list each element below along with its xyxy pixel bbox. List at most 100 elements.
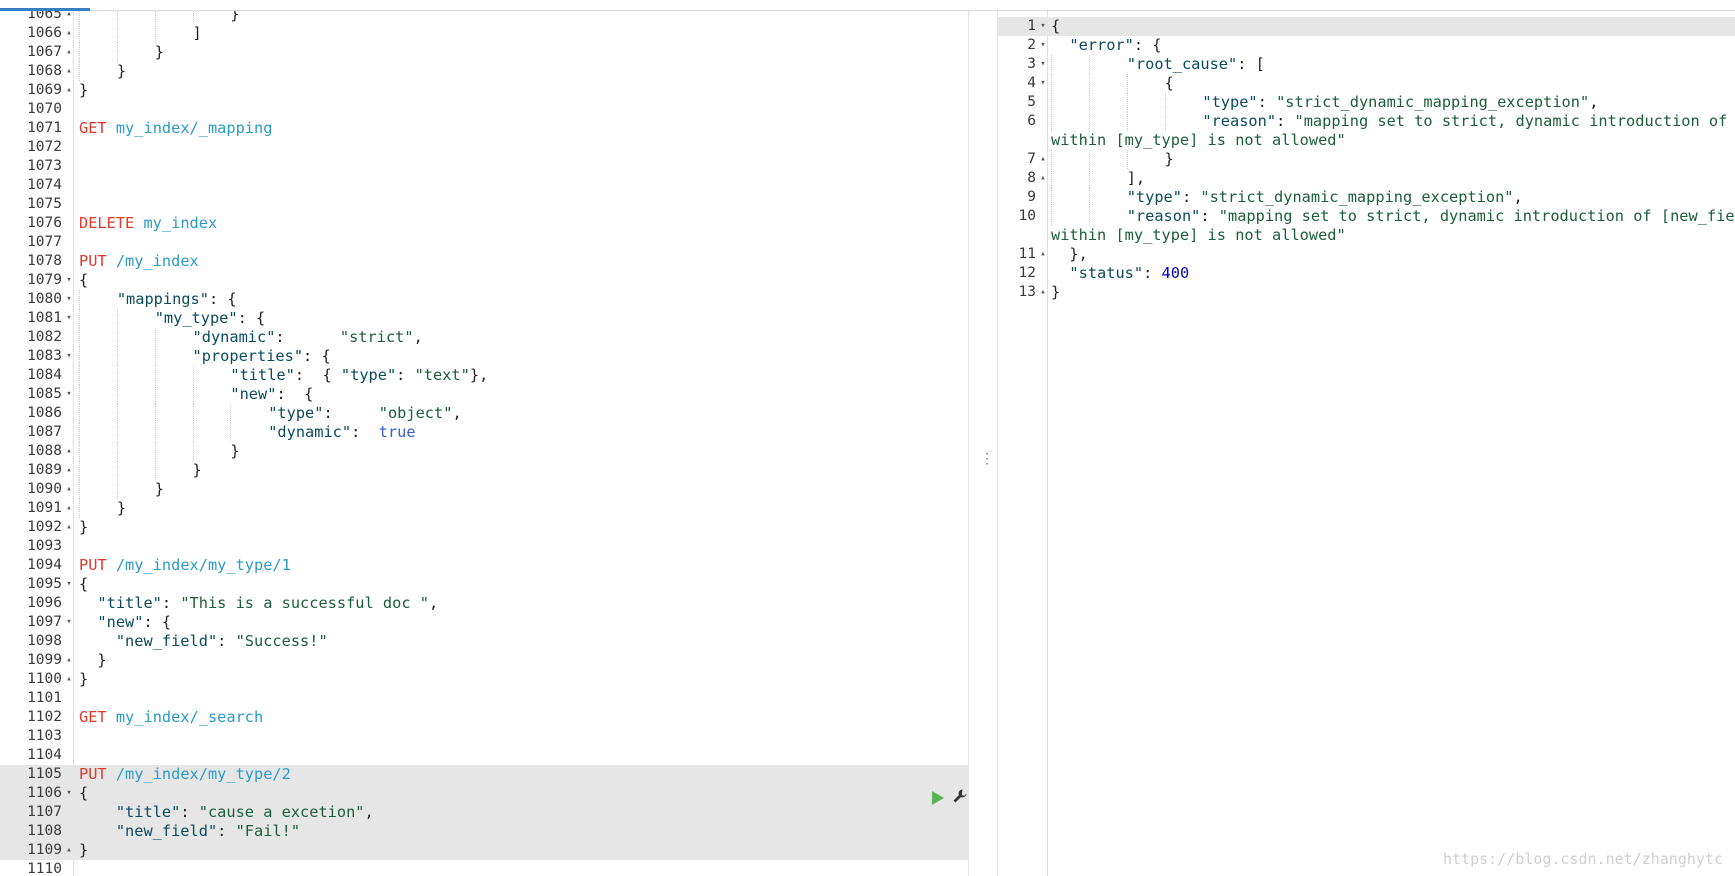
code-line[interactable]: 1092 ▴} — [0, 518, 968, 537]
code-line[interactable]: 1091 ▴ } — [0, 499, 968, 518]
code-line[interactable]: within [my_type] is not allowed" — [998, 131, 1735, 150]
unfold-arrow-icon[interactable]: ▴ — [64, 62, 74, 81]
code-line[interactable]: 1106 ▾ { — [0, 784, 968, 803]
fold-arrow-icon[interactable]: ▾ — [64, 385, 74, 404]
pane-divider[interactable]: ⋮ — [968, 11, 998, 876]
code-line[interactable]: 1080 ▾ "mappings": { — [0, 290, 968, 309]
code-line[interactable]: 1071 GET my_index/_mapping — [0, 119, 968, 138]
code-line[interactable]: 1095 ▾ { — [0, 575, 968, 594]
code-line[interactable]: 1083 ▾ "properties": { — [0, 347, 968, 366]
fold-arrow-icon[interactable]: ▾ — [1038, 55, 1048, 74]
unfold-arrow-icon[interactable]: ▴ — [64, 11, 74, 24]
code-line[interactable]: 1074 — [0, 176, 968, 195]
code-line[interactable]: 1082 "dynamic": "strict", — [0, 328, 968, 347]
fold-arrow-icon[interactable]: ▾ — [64, 309, 74, 328]
code-line[interactable]: 1098 "new_field": "Success!" — [0, 632, 968, 651]
code-line[interactable]: 1072 — [0, 138, 968, 157]
unfold-arrow-icon[interactable]: ▴ — [64, 841, 74, 860]
code-line[interactable]: 1103 — [0, 727, 968, 746]
code-line[interactable]: 1 ▾{ — [998, 17, 1735, 36]
unfold-arrow-icon[interactable]: ▴ — [1038, 283, 1048, 302]
fold-arrow-icon[interactable]: ▾ — [64, 271, 74, 290]
unfold-arrow-icon[interactable]: ▴ — [1038, 150, 1048, 169]
fold-arrow-icon[interactable]: ▾ — [64, 347, 74, 366]
unfold-arrow-icon[interactable]: ▴ — [64, 651, 74, 670]
code-line[interactable]: 1070 — [0, 100, 968, 119]
code-line[interactable]: 1073 — [0, 157, 968, 176]
fold-arrow-icon[interactable]: ▾ — [64, 575, 74, 594]
code-line[interactable]: 1066 ▴ ] — [0, 24, 968, 43]
code-token: "text" — [414, 366, 470, 384]
code-line[interactable]: within [my_type] is not allowed" — [998, 226, 1735, 245]
unfold-arrow-icon[interactable]: ▴ — [64, 670, 74, 689]
code-line[interactable]: 1065 ▴ } — [0, 11, 968, 24]
code-line[interactable]: 1084 "title": { "type": "text"}, — [0, 366, 968, 385]
code-line[interactable]: 6 "reason": "mapping set to strict, dyna… — [998, 112, 1735, 131]
unfold-arrow-icon[interactable]: ▴ — [64, 43, 74, 62]
code-line[interactable]: 1102 GET my_index/_search — [0, 708, 968, 727]
fold-arrow-icon[interactable]: ▾ — [1038, 17, 1048, 36]
code-line[interactable]: 1079 ▾ { — [0, 271, 968, 290]
code-line[interactable]: 1108 "new_field": "Fail!" — [0, 822, 968, 841]
unfold-arrow-icon[interactable]: ▴ — [1038, 245, 1048, 264]
code-line[interactable]: 1089 ▴ } — [0, 461, 968, 480]
code-line[interactable]: 1107 "title": "cause a excetion", — [0, 803, 968, 822]
code-line[interactable]: 1109 ▴} — [0, 841, 968, 860]
unfold-arrow-icon[interactable]: ▴ — [64, 461, 74, 480]
code-line[interactable]: 1101 — [0, 689, 968, 708]
code-line[interactable]: 2 ▾ "error": { — [998, 36, 1735, 55]
code-line[interactable]: 1087 "dynamic": true — [0, 423, 968, 442]
code-line[interactable]: 7 ▴ } — [998, 150, 1735, 169]
resize-handle-icon[interactable]: ⋮ — [980, 452, 994, 466]
unfold-arrow-icon[interactable]: ▴ — [64, 480, 74, 499]
fold-arrow-icon[interactable]: ▾ — [64, 784, 74, 803]
code-line[interactable]: 11 ▴ }, — [998, 245, 1735, 264]
code-line[interactable]: 1090 ▴ } — [0, 480, 968, 499]
line-number: 1084 — [27, 367, 62, 383]
code-line[interactable]: 12 "status": 400 — [998, 264, 1735, 283]
code-line[interactable]: 1104 — [0, 746, 968, 765]
unfold-arrow-icon[interactable]: ▴ — [64, 442, 74, 461]
code-line[interactable]: 9 "type": "strict_dynamic_mapping_except… — [998, 188, 1735, 207]
code-line[interactable]: 1068 ▴ } — [0, 62, 968, 81]
code-line[interactable]: 1100 ▴} — [0, 670, 968, 689]
wrench-icon[interactable] — [952, 788, 968, 804]
unfold-arrow-icon[interactable]: ▴ — [64, 518, 74, 537]
response-viewer[interactable]: 1 ▾{2 ▾ "error": {3 ▾ "root_cause": [4 ▾ {5 … — [998, 11, 1735, 876]
unfold-arrow-icon[interactable]: ▴ — [1038, 169, 1048, 188]
code-line[interactable]: 1097 ▾ "new": { — [0, 613, 968, 632]
code-line[interactable]: 1110 — [0, 860, 968, 876]
code-line[interactable]: 4 ▾ { — [998, 74, 1735, 93]
code-line[interactable]: 5 "type": "strict_dynamic_mapping_except… — [998, 93, 1735, 112]
fold-arrow-icon[interactable]: ▾ — [1038, 74, 1048, 93]
code-line[interactable]: 1078 PUT /my_index — [0, 252, 968, 271]
code-line[interactable]: 1069 ▴} — [0, 81, 968, 100]
code-line[interactable]: 1096 "title": "This is a successful doc … — [0, 594, 968, 613]
code-line[interactable]: 1085 ▾ "new": { — [0, 385, 968, 404]
code-line[interactable]: 1075 — [0, 195, 968, 214]
fold-arrow-icon[interactable]: ▾ — [64, 613, 74, 632]
code-line[interactable]: 1099 ▴ } — [0, 651, 968, 670]
code-line[interactable]: 1086 "type": "object", — [0, 404, 968, 423]
code-line[interactable]: 1093 — [0, 537, 968, 556]
code-line[interactable]: 1088 ▴ } — [0, 442, 968, 461]
unfold-arrow-icon[interactable]: ▴ — [64, 499, 74, 518]
code-line[interactable]: 1067 ▴ } — [0, 43, 968, 62]
code-line[interactable]: 1105 PUT /my_index/my_type/2 — [0, 765, 968, 784]
code-line[interactable]: 8 ▴ ], — [998, 169, 1735, 188]
code-line[interactable]: 1076 DELETE my_index — [0, 214, 968, 233]
fold-arrow-icon[interactable]: ▾ — [1038, 36, 1048, 55]
code-line[interactable]: 1094 PUT /my_index/my_type/1 — [0, 556, 968, 575]
play-icon[interactable] — [932, 791, 944, 805]
code-line[interactable]: 10 "reason": "mapping set to strict, dyn… — [998, 207, 1735, 226]
request-editor[interactable]: 1065 ▴ } 1066 ▴ ] 1067 ▴ } 1068 ▴ } 1069 ▴} 1070 10… — [0, 11, 968, 876]
request-code-lines[interactable]: 1065 ▴ } 1066 ▴ ] 1067 ▴ } 1068 ▴ } 1069 ▴} 1070 10… — [0, 11, 968, 876]
unfold-arrow-icon[interactable]: ▴ — [64, 81, 74, 100]
unfold-arrow-icon[interactable]: ▴ — [64, 24, 74, 43]
code-line[interactable]: 1077 — [0, 233, 968, 252]
code-line[interactable]: 13 ▴} — [998, 283, 1735, 302]
fold-arrow-icon[interactable]: ▾ — [64, 290, 74, 309]
code-line[interactable]: 3 ▾ "root_cause": [ — [998, 55, 1735, 74]
code-line[interactable]: 1081 ▾ "my_type": { — [0, 309, 968, 328]
